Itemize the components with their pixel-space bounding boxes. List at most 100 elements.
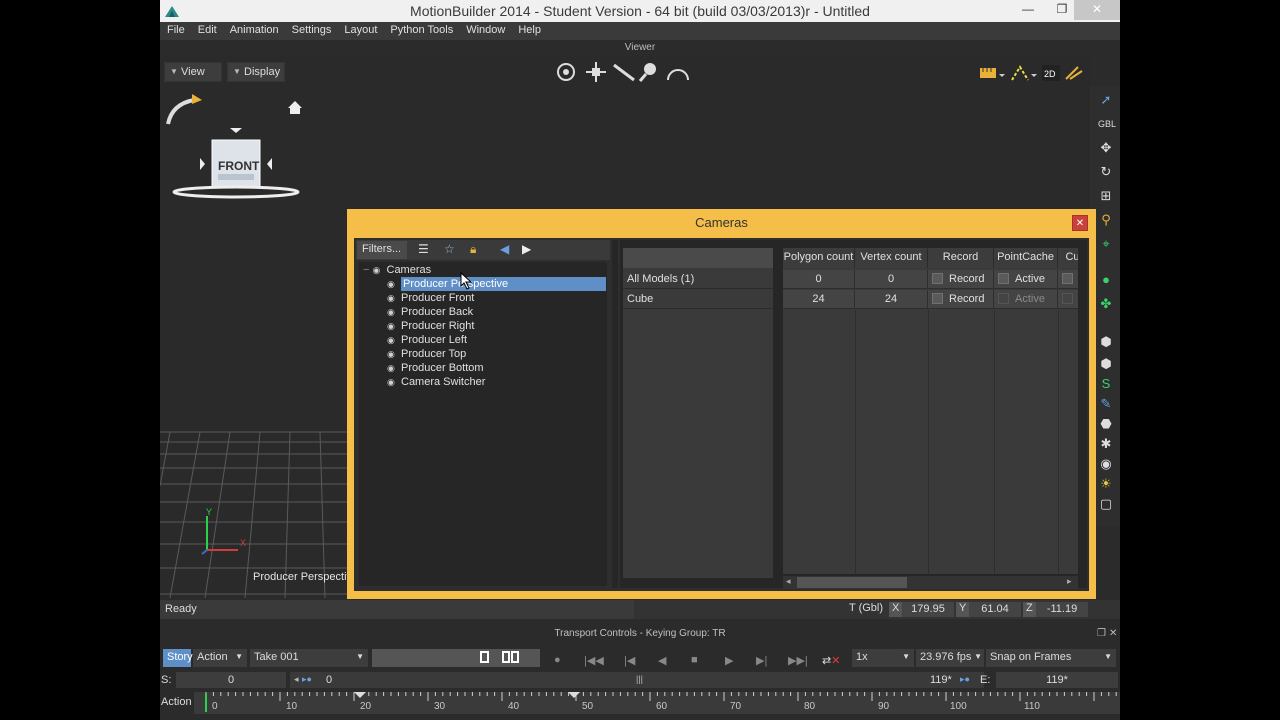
row-header-cube[interactable]: Cube — [623, 290, 773, 309]
view-2d-icon[interactable]: 2D — [1042, 65, 1060, 81]
scroll-right-icon[interactable]: ▸ — [1067, 576, 1072, 587]
row-header-all-models[interactable]: All Models (1) — [623, 270, 773, 289]
col-header-cu[interactable]: Cu — [1058, 248, 1078, 268]
restore-panel-icon[interactable]: ❐ — [1097, 628, 1106, 639]
tree-item-producer-front[interactable]: ◉ Producer Front — [387, 291, 474, 305]
next-key-icon[interactable]: ▶| — [756, 654, 767, 667]
y-value-field[interactable]: 61.04 — [969, 602, 1021, 617]
menu-python-tools[interactable]: Python Tools — [383, 22, 459, 36]
tree-item-producer-perspective[interactable]: ◉ Producer Perspective — [387, 277, 606, 291]
lock-icon[interactable]: 🔒︎ — [470, 242, 476, 257]
timeline-ruler[interactable]: 0 10 20 30 40 50 60 70 80 90 100 110 — [194, 692, 1120, 714]
tree-item-camera-switcher[interactable]: ◉ Camera Switcher — [387, 375, 485, 389]
record-checkbox[interactable] — [932, 273, 943, 284]
scroll-thumb[interactable] — [797, 577, 907, 588]
cell-record[interactable]: Record — [928, 290, 994, 309]
play-reverse-icon[interactable]: ◀ — [658, 654, 666, 667]
light-icon[interactable]: ☀ — [1098, 476, 1114, 492]
translate-icon[interactable]: ✥ — [1098, 140, 1114, 156]
x-value-field[interactable]: 179.95 — [902, 602, 954, 617]
tree-item-producer-right[interactable]: ◉ Producer Right — [387, 319, 474, 333]
action-dropdown[interactable]: Action ▼ — [193, 649, 247, 667]
forward-arrow-icon[interactable]: ▶ — [522, 242, 531, 256]
pointcache-checkbox[interactable] — [998, 293, 1009, 304]
tree-item-producer-left[interactable]: ◉ Producer Left — [387, 333, 467, 347]
curve-path-icon[interactable]: S — [1098, 376, 1114, 392]
layout-mode-buttons[interactable] — [372, 649, 540, 667]
filters-button[interactable]: Filters... — [357, 241, 407, 259]
play-icon[interactable]: ▶ — [725, 654, 733, 667]
story-button[interactable]: Story — [163, 649, 193, 667]
menu-animation[interactable]: Animation — [223, 22, 285, 36]
stop-icon[interactable]: ■ — [691, 654, 698, 666]
cu-checkbox[interactable] — [1062, 293, 1073, 304]
roll-icon[interactable] — [667, 69, 689, 81]
rotate-view-icon[interactable] — [166, 94, 202, 125]
z-value-field[interactable]: -11.19 — [1036, 602, 1088, 617]
tree-item-producer-back[interactable]: ◉ Producer Back — [387, 305, 473, 319]
take-dropdown[interactable]: Take 001 ▼ — [250, 649, 368, 667]
pan-icon[interactable] — [586, 62, 606, 82]
cell-polygon-count[interactable]: 0 — [783, 270, 855, 289]
dialog-close-button[interactable]: ✕ — [1072, 215, 1088, 231]
view-menu-button[interactable]: ▼ View — [164, 62, 222, 82]
camera-icon[interactable]: ◉ — [1098, 456, 1114, 472]
ruler-icon[interactable] — [980, 68, 1005, 78]
back-arrow-icon[interactable]: ◀ — [500, 242, 509, 256]
cell-pointcache[interactable]: Active — [994, 290, 1058, 309]
menu-layout[interactable]: Layout — [337, 22, 383, 36]
polygon-icon[interactable]: ⬣ — [1098, 416, 1114, 432]
col-header-vertex-count[interactable]: Vertex count — [855, 248, 928, 268]
speed-dropdown[interactable]: 1x ▼ — [852, 649, 914, 667]
pointcache-checkbox[interactable] — [998, 273, 1009, 284]
zoom-icon[interactable] — [638, 63, 656, 82]
close-panel-icon[interactable]: ✕ — [1109, 628, 1117, 639]
menu-edit[interactable]: Edit — [191, 22, 223, 36]
model-icon[interactable]: ⬢ — [1098, 356, 1114, 372]
record-icon[interactable]: ● — [554, 654, 561, 666]
favorite-icon[interactable]: ☆ — [444, 242, 455, 256]
previous-key-icon[interactable]: |◀ — [624, 654, 635, 667]
loop-icon[interactable]: ⇄✕ — [822, 654, 840, 667]
dual-view-icon[interactable] — [511, 651, 519, 663]
list-view-icon[interactable]: ☰ — [418, 242, 429, 256]
cu-checkbox[interactable] — [1062, 273, 1073, 284]
horizontal-scrollbar[interactable]: ◂ ▸ — [783, 576, 1078, 589]
menu-window[interactable]: Window — [459, 22, 511, 36]
pivot-icon[interactable]: ⚲ — [1098, 212, 1114, 228]
home-icon[interactable] — [288, 101, 302, 114]
global-mode-label[interactable]: GBL — [1098, 116, 1116, 132]
orbit-icon[interactable] — [557, 63, 575, 81]
marker-icon[interactable]: ▢ — [1098, 496, 1114, 512]
go-to-start-icon[interactable]: |◀◀ — [584, 654, 604, 667]
curve-icon[interactable] — [1011, 65, 1037, 81]
end-frame-field[interactable]: 119* — [996, 672, 1118, 688]
minimize-button[interactable]: — — [1014, 0, 1042, 20]
fps-dropdown[interactable]: 23.976 fps ▼ — [916, 649, 984, 667]
cell-pointcache[interactable]: Active — [994, 270, 1058, 289]
go-to-end-icon[interactable]: ▶▶| — [788, 654, 808, 667]
start-frame-field[interactable]: 0 — [176, 672, 286, 688]
cell-record[interactable]: Record — [928, 270, 994, 289]
skeleton-icon[interactable]: ✱ — [1098, 436, 1114, 452]
snap-dropdown[interactable]: Snap on Frames ▼ — [986, 649, 1116, 667]
scroll-left-icon[interactable]: ◂ — [786, 576, 791, 587]
manipulator-icon[interactable]: ✤ — [1098, 296, 1114, 312]
dolly-icon[interactable] — [613, 63, 635, 82]
menu-file[interactable]: File — [160, 22, 191, 36]
select-icon[interactable]: ➚ — [1098, 92, 1114, 108]
prev-frame-icon[interactable]: ◂ — [294, 674, 299, 685]
cell-polygon-count[interactable]: 24 — [783, 290, 855, 309]
display-menu-button[interactable]: ▼ Display — [227, 62, 285, 82]
tree-root[interactable]: − ◉ Cameras — [363, 263, 431, 277]
cube-icon[interactable]: ⬢ — [1098, 334, 1114, 350]
menu-help[interactable]: Help — [511, 22, 547, 36]
scale-icon[interactable]: ⊞ — [1098, 188, 1114, 204]
dual-view-icon[interactable] — [502, 651, 510, 663]
cell-cu[interactable] — [1058, 270, 1078, 289]
sphere-icon[interactable]: ● — [1098, 272, 1114, 288]
tool-settings-icon[interactable] — [1065, 66, 1083, 80]
view-cube[interactable]: FRONT — [164, 88, 304, 208]
single-view-icon[interactable] — [480, 651, 489, 663]
anchor-icon[interactable]: ⌖ — [1098, 236, 1114, 252]
